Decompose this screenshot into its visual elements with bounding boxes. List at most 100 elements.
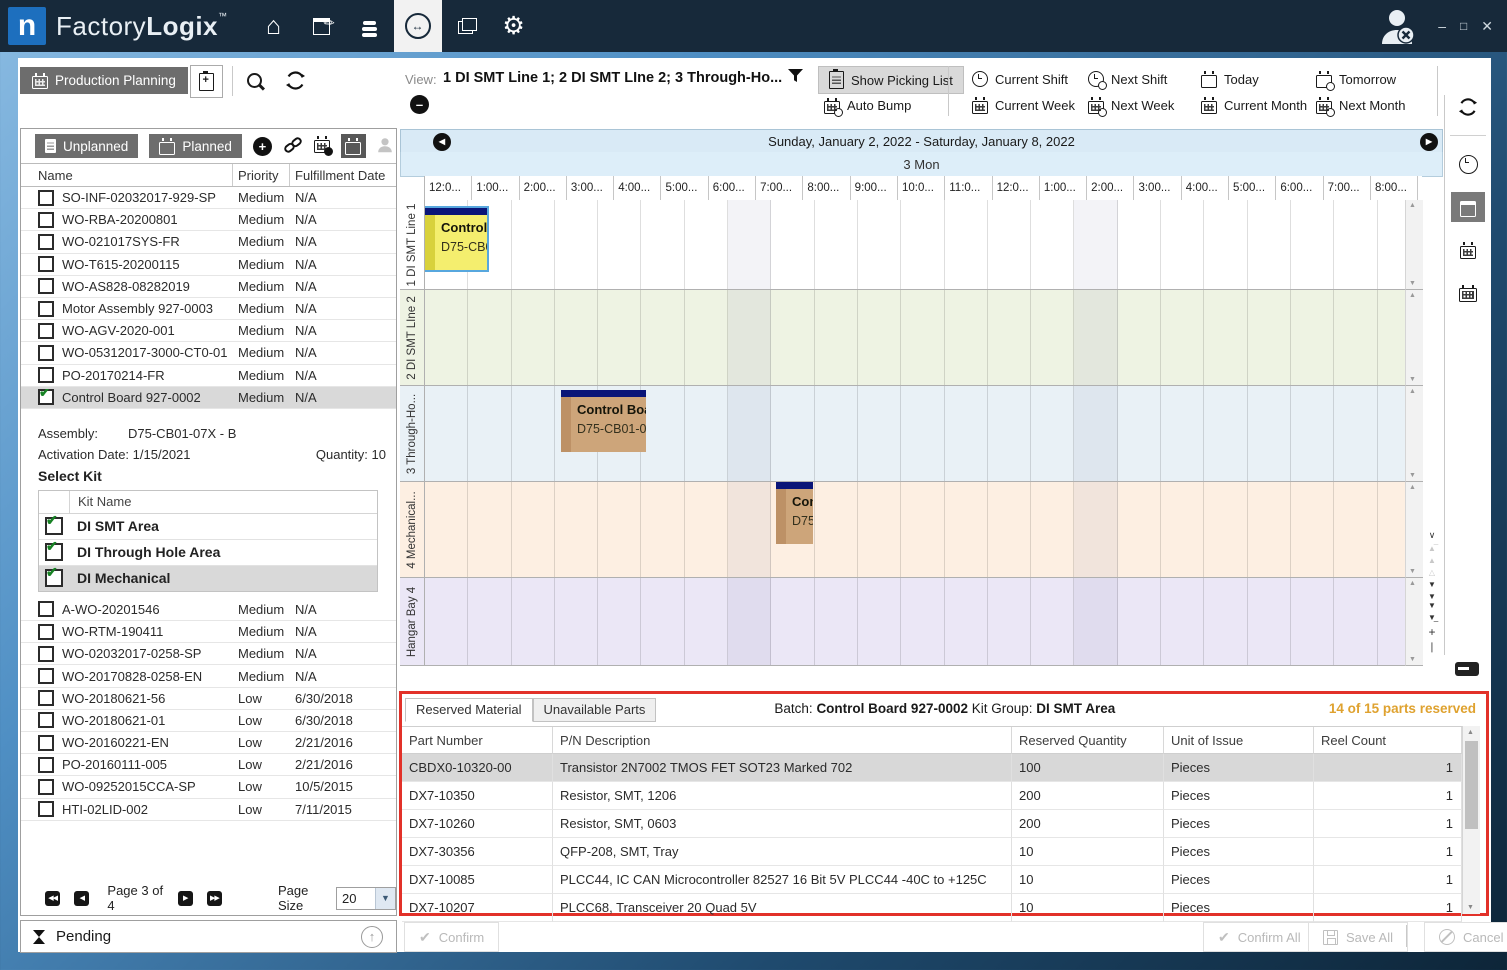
gantt-row-controls[interactable]: ∨ ▲̅ ▲ △ ▼ ▼▼ ▼̲ + ❘ <box>1424 530 1440 653</box>
order-checkbox[interactable] <box>38 601 54 617</box>
add-order-icon[interactable]: + <box>253 137 272 156</box>
order-checkbox[interactable] <box>38 301 54 317</box>
gantt-cell[interactable] <box>512 578 555 665</box>
gantt-cell[interactable] <box>1291 290 1334 385</box>
tab-planned[interactable]: Planned <box>149 134 242 158</box>
gantt-cell[interactable] <box>1334 290 1377 385</box>
user-account-icon[interactable] <box>1379 6 1417 49</box>
gantt-cell[interactable] <box>1291 386 1334 481</box>
gantt-cell[interactable] <box>1031 386 1074 481</box>
parts-cell[interactable]: PLCC44, IC CAN Microcontroller 82527 16 … <box>553 866 1012 894</box>
gantt-cell[interactable] <box>728 290 771 385</box>
settings-gear-icon[interactable]: ⚙ <box>490 0 538 52</box>
maximize-icon[interactable]: □ <box>1460 19 1467 33</box>
gantt-cell[interactable] <box>728 386 771 481</box>
cancel-button[interactable]: Cancel <box>1424 922 1507 952</box>
parts-cell[interactable]: Pieces <box>1164 810 1314 838</box>
gantt-cell[interactable] <box>1248 482 1291 577</box>
parts-cell[interactable]: DX7-10207 <box>402 894 553 922</box>
order-checkbox[interactable] <box>38 367 54 383</box>
prev-week-icon[interactable]: ◀ <box>433 133 451 151</box>
nav-button-current-month[interactable]: Current Month <box>1201 92 1316 118</box>
order-row[interactable]: WO-20160221-ENLow2/21/2016 <box>21 732 396 754</box>
gantt-cell[interactable] <box>728 578 771 665</box>
order-row[interactable]: WO-RTM-190411MediumN/A <box>21 621 396 643</box>
nav-button-current-week[interactable]: Current Week <box>972 92 1088 118</box>
parts-cell[interactable]: Pieces <box>1164 866 1314 894</box>
auto-bump-button[interactable]: Auto Bump <box>824 97 911 114</box>
day-view-icon[interactable] <box>1451 192 1485 222</box>
sync-icon[interactable] <box>285 70 306 94</box>
parts-cell[interactable]: CBDX0-10320-00 <box>402 754 553 782</box>
filter-funnel-icon[interactable] <box>787 68 804 87</box>
move-top-icon[interactable]: ▲̅ <box>1428 544 1436 553</box>
move-down-icon[interactable]: ▼▼ <box>1428 592 1436 610</box>
gantt-cell[interactable] <box>901 578 944 665</box>
logistics-transfer-icon[interactable]: ↔ <box>394 0 442 52</box>
gantt-cell[interactable] <box>425 386 468 481</box>
gantt-cell[interactable] <box>945 482 988 577</box>
gantt-cell[interactable] <box>1118 482 1161 577</box>
parts-cell[interactable]: DX7-10085 <box>402 866 553 894</box>
gantt-cell[interactable] <box>815 290 858 385</box>
gantt-cell[interactable] <box>815 578 858 665</box>
home-icon[interactable]: ⌂ <box>250 0 298 52</box>
gantt-cell[interactable] <box>1118 578 1161 665</box>
order-checkbox[interactable] <box>38 278 54 294</box>
move-bottom-icon[interactable]: ▼̲ <box>1428 613 1436 622</box>
gantt-cell[interactable] <box>1161 290 1204 385</box>
gantt-cell[interactable] <box>945 290 988 385</box>
gantt-cell[interactable] <box>641 578 684 665</box>
parts-cell[interactable]: DX7-10350 <box>402 782 553 810</box>
gantt-cell[interactable] <box>1378 200 1405 289</box>
order-row[interactable]: WO-20180621-56Low6/30/2018 <box>21 688 396 710</box>
link-icon[interactable] <box>283 137 303 156</box>
parts-cell[interactable]: PLCC68, Transceiver 20 Quad 5V <box>553 894 1012 922</box>
parts-cell[interactable]: 1 <box>1314 866 1462 894</box>
windows-pages-icon[interactable] <box>442 0 490 52</box>
order-row[interactable]: WO-05312017-3000-CT0-01MediumN/A <box>21 342 396 364</box>
parts-cell[interactable]: Pieces <box>1164 754 1314 782</box>
order-checkbox[interactable] <box>38 389 54 405</box>
parts-cell[interactable]: 200 <box>1012 810 1164 838</box>
search-icon[interactable] <box>247 73 262 91</box>
gantt-row-scrollbar[interactable] <box>1405 578 1423 666</box>
gantt-cell[interactable] <box>771 290 814 385</box>
gantt-cell[interactable] <box>858 200 901 289</box>
gantt-cell[interactable] <box>858 386 901 481</box>
gantt-cell[interactable] <box>1334 578 1377 665</box>
order-row[interactable]: WO-AS828-08282019MediumN/A <box>21 276 396 298</box>
tab-unplanned[interactable]: Unplanned <box>35 134 138 158</box>
first-page-icon[interactable]: ◀◀ <box>45 891 60 906</box>
order-checkbox[interactable] <box>38 735 54 751</box>
gantt-cell[interactable] <box>1204 482 1247 577</box>
gantt-cell[interactable] <box>1248 290 1291 385</box>
gantt-cell[interactable] <box>901 200 944 289</box>
gantt-cell[interactable] <box>1074 482 1117 577</box>
scrollbar-thumb[interactable] <box>1465 741 1478 829</box>
gantt-cell[interactable] <box>1248 386 1291 481</box>
gantt-cell[interactable] <box>685 578 728 665</box>
remove-circle-icon[interactable]: – <box>410 95 429 114</box>
gantt-cell[interactable] <box>1074 290 1117 385</box>
gantt-row-cells[interactable] <box>425 578 1405 666</box>
gantt-cell[interactable] <box>685 290 728 385</box>
order-row[interactable]: A-WO-20201546MediumN/A <box>21 599 396 621</box>
step-up-icon[interactable]: △ <box>1429 568 1435 577</box>
parts-cell[interactable]: 1 <box>1314 782 1462 810</box>
gantt-cell[interactable] <box>1204 578 1247 665</box>
gantt-cell[interactable] <box>988 482 1031 577</box>
gantt-cell[interactable] <box>512 386 555 481</box>
gantt-cell[interactable] <box>901 290 944 385</box>
order-row[interactable]: PO-20160111-005Low2/21/2016 <box>21 754 396 776</box>
gantt-row-cells[interactable]: Control Board 927-0002D75-CB01-07X <box>425 386 1405 482</box>
parts-cell[interactable]: 1 <box>1314 810 1462 838</box>
parts-cell[interactable]: Transistor 2N7002 TMOS FET SOT23 Marked … <box>553 754 1012 782</box>
gantt-cell[interactable] <box>945 578 988 665</box>
order-row[interactable]: Motor Assembly 927-0003MediumN/A <box>21 298 396 320</box>
gantt-task[interactable]: Control Board 927-0002D75-CB01-07X <box>425 208 487 270</box>
next-page-icon[interactable]: ▶ <box>178 891 193 906</box>
parts-cell[interactable]: DX7-30356 <box>402 838 553 866</box>
gantt-cell[interactable] <box>641 200 684 289</box>
nav-button-next-shift[interactable]: Next Shift <box>1088 66 1201 92</box>
